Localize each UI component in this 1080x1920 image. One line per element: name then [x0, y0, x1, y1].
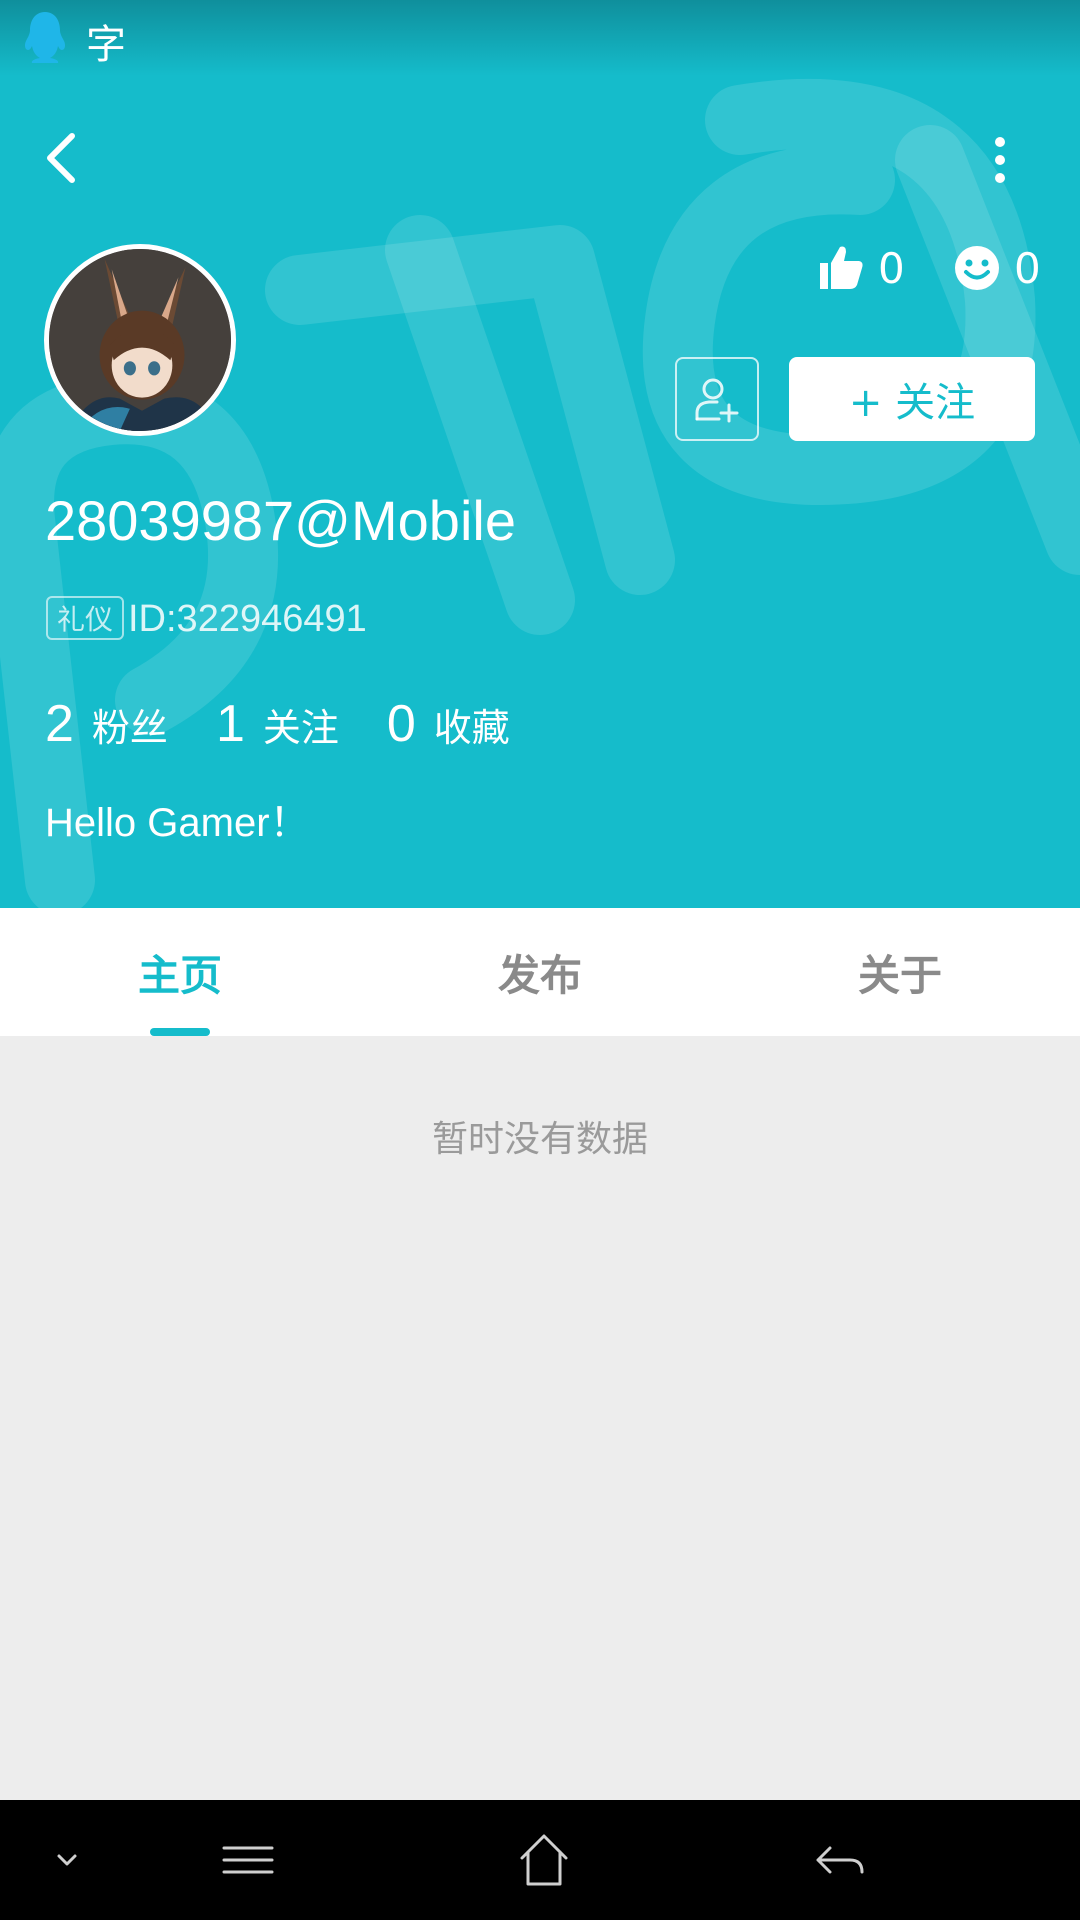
count-number: 2	[45, 695, 74, 753]
tab-posts[interactable]: 发布	[360, 908, 720, 1036]
chevron-down-icon	[57, 1854, 77, 1866]
avatar[interactable]	[44, 244, 236, 436]
back-icon[interactable]	[40, 130, 86, 186]
active-tab-indicator	[150, 1028, 210, 1036]
fans-count[interactable]: 2 粉丝	[45, 694, 168, 754]
menu-nav-button[interactable]	[220, 1830, 276, 1890]
avatar-image	[49, 249, 231, 431]
home-icon	[520, 1834, 568, 1886]
tab-about[interactable]: 关于	[720, 908, 1080, 1036]
add-friend-button[interactable]	[675, 357, 759, 441]
profile-counts: 2 粉丝 1 关注 0 收藏	[45, 694, 558, 754]
smiles-count: 0	[1014, 243, 1041, 293]
watermark-logo	[0, 78, 1080, 908]
count-number: 1	[215, 695, 245, 753]
follow-button[interactable]: + 关注	[789, 357, 1035, 441]
profile-header: 字 0 0 + 关注 28039987@Mobile 礼仪 ID:3229464…	[0, 0, 1080, 908]
etiquette-badge: 礼仪	[46, 596, 124, 640]
count-label: 粉丝	[91, 706, 168, 750]
following-count[interactable]: 1 关注	[216, 694, 339, 754]
menu-icon	[222, 1846, 274, 1874]
home-nav-button[interactable]	[516, 1830, 572, 1890]
likes-count: 0	[878, 243, 905, 293]
system-nav-bar	[0, 1800, 1080, 1920]
status-bar: 字	[0, 0, 1080, 76]
user-id: ID:322946491	[128, 598, 367, 640]
smiles-stat[interactable]: 0	[952, 238, 1041, 298]
count-label: 关注	[262, 706, 339, 750]
add-friend-icon	[695, 378, 739, 423]
empty-state-text: 暂时没有数据	[431, 1119, 648, 1160]
more-icon[interactable]	[980, 130, 1020, 190]
favorites-count[interactable]: 0 收藏	[387, 694, 510, 754]
count-number: 0	[386, 695, 416, 753]
likes-stat[interactable]: 0	[816, 238, 905, 298]
user-bio: Hello Gamer！	[45, 801, 310, 845]
thumbs-up-icon	[820, 246, 863, 289]
tab-home[interactable]: 主页	[0, 908, 360, 1036]
smile-icon	[955, 246, 999, 290]
qq-icon	[24, 12, 66, 63]
count-label: 收藏	[433, 706, 510, 750]
status-app-char: 字	[86, 22, 126, 68]
back-nav-button[interactable]	[812, 1830, 868, 1890]
profile-tabs: 主页 发布 关于	[0, 908, 1080, 1036]
collapse-nav-button[interactable]	[50, 1830, 84, 1890]
username: 28039987@Mobile	[45, 489, 516, 552]
back-arrow-icon	[816, 1846, 864, 1874]
